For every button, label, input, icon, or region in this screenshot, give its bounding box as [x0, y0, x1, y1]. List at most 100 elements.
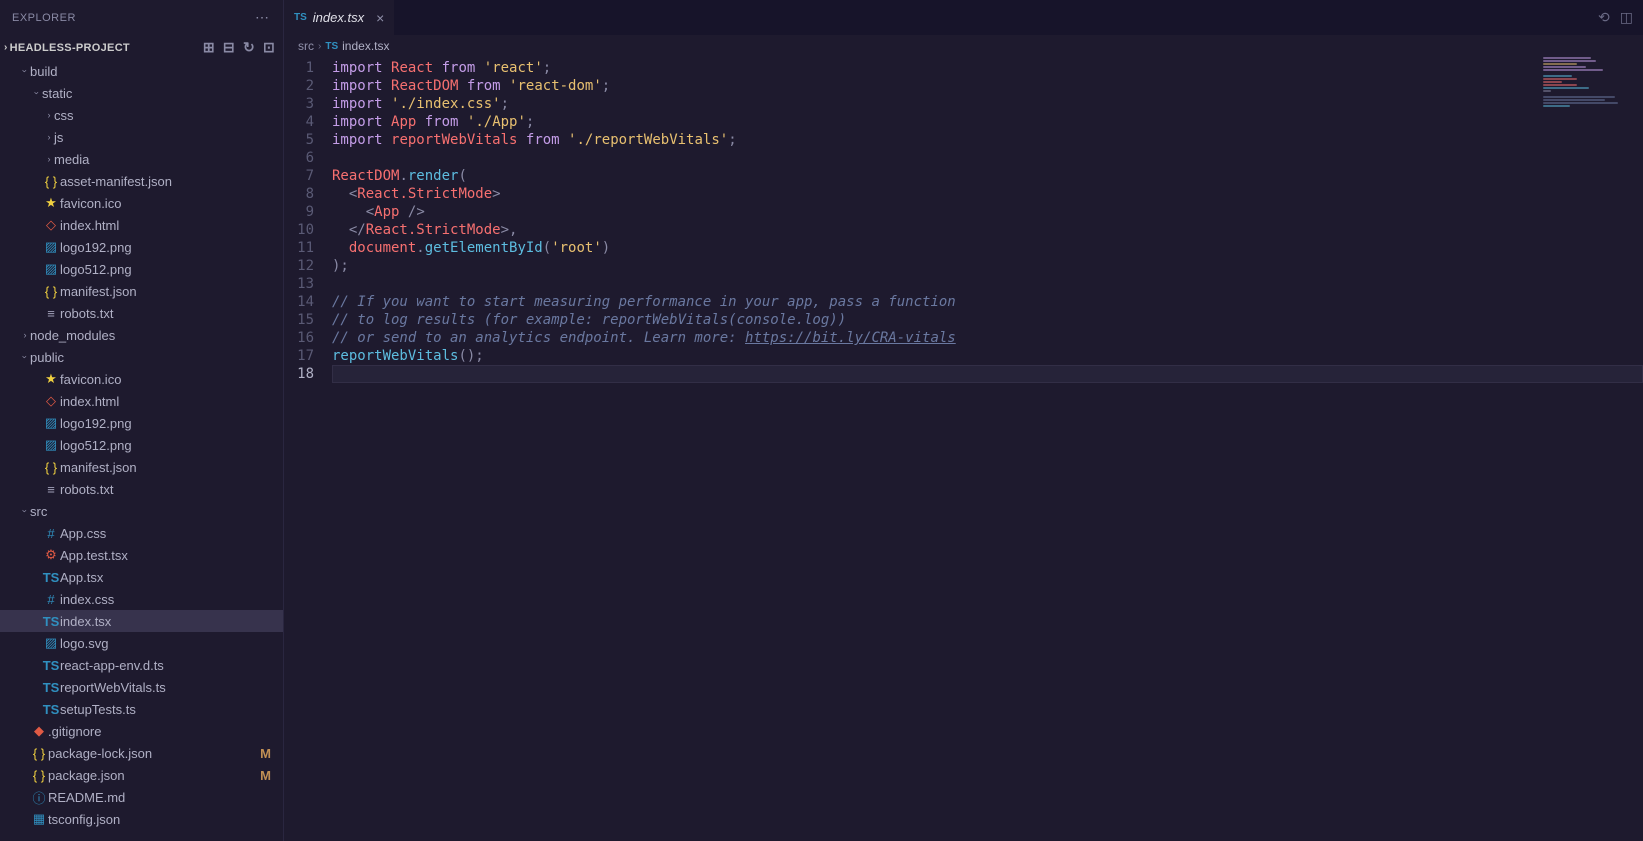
file-robots.txt[interactable]: ≡robots.txt — [0, 478, 283, 500]
tree-item-label: tsconfig.json — [48, 812, 120, 827]
file-logo.svg[interactable]: ▨logo.svg — [0, 632, 283, 654]
new-file-icon[interactable]: ⊞ — [203, 39, 215, 56]
tree-item-label: reportWebVitals.ts — [60, 680, 166, 695]
tree-item-label: src — [30, 504, 47, 519]
file-favicon.ico[interactable]: ★favicon.ico — [0, 192, 283, 214]
refresh-icon[interactable]: ↻ — [243, 39, 255, 56]
breadcrumb-file[interactable]: index.tsx — [342, 39, 389, 53]
collapse-icon[interactable]: ⊡ — [263, 39, 275, 56]
tab-bar: TS index.tsx × ⟲ ◫ — [284, 0, 1643, 35]
modified-badge: M — [260, 746, 271, 761]
tree-item-label: package.json — [48, 768, 125, 783]
tree-item-label: logo512.png — [60, 438, 132, 453]
tree-item-label: logo512.png — [60, 262, 132, 277]
folder-public[interactable]: ›public — [0, 346, 283, 368]
file-package-lock.json[interactable]: { }package-lock.jsonM — [0, 742, 283, 764]
breadcrumb-root[interactable]: src — [298, 39, 314, 53]
tab-label: index.tsx — [313, 10, 364, 25]
tree-item-label: index.html — [60, 394, 119, 409]
file-logo512.png[interactable]: ▨logo512.png — [0, 258, 283, 280]
file-.gitignore[interactable]: ◆.gitignore — [0, 720, 283, 742]
tree-item-label: public — [30, 350, 64, 365]
project-header[interactable]: › HEADLESS-PROJECT ⊞ ⊟ ↻ ⊡ — [0, 35, 283, 60]
chevron-icon: › — [20, 330, 30, 340]
tree-item-label: index.css — [60, 592, 114, 607]
ts-icon: TS — [294, 12, 307, 23]
tree-item-label: media — [54, 152, 89, 167]
file-manifest.json[interactable]: { }manifest.json — [0, 280, 283, 302]
file-README.md[interactable]: ⓘREADME.md — [0, 786, 283, 808]
project-name: HEADLESS-PROJECT — [10, 42, 130, 54]
explorer-header: EXPLORER ⋯ — [0, 0, 283, 35]
chevron-icon: › — [20, 66, 30, 76]
folder-build[interactable]: ›build — [0, 60, 283, 82]
breadcrumb[interactable]: src › TS index.tsx — [284, 35, 1643, 57]
file-logo192.png[interactable]: ▨logo192.png — [0, 236, 283, 258]
ts-icon: TS — [325, 41, 338, 52]
line-gutter: 123456789101112131415161718 — [284, 57, 332, 841]
tree-item-label: README.md — [48, 790, 125, 805]
file-tree[interactable]: ›build›static›css›js›media{ }asset-manif… — [0, 60, 283, 841]
explorer-sidebar: EXPLORER ⋯ › HEADLESS-PROJECT ⊞ ⊟ ↻ ⊡ ›b… — [0, 0, 284, 841]
file-asset-manifest.json[interactable]: { }asset-manifest.json — [0, 170, 283, 192]
tree-item-label: asset-manifest.json — [60, 174, 172, 189]
file-react-app-env.d.ts[interactable]: TSreact-app-env.d.ts — [0, 654, 283, 676]
tree-item-label: manifest.json — [60, 460, 137, 475]
chevron-icon: › — [44, 154, 54, 164]
chevron-icon: › — [20, 506, 30, 516]
explorer-title: EXPLORER — [12, 12, 76, 24]
chevron-icon: › — [44, 132, 54, 142]
file-App.css[interactable]: #App.css — [0, 522, 283, 544]
chevron-right-icon: › — [318, 41, 321, 52]
close-icon[interactable]: × — [376, 10, 384, 26]
tree-item-label: css — [54, 108, 74, 123]
file-index.tsx[interactable]: TSindex.tsx — [0, 610, 283, 632]
tab-index-tsx[interactable]: TS index.tsx × — [284, 0, 395, 35]
folder-css[interactable]: ›css — [0, 104, 283, 126]
file-index.css[interactable]: #index.css — [0, 588, 283, 610]
file-index.html[interactable]: ◇index.html — [0, 214, 283, 236]
tree-item-label: favicon.ico — [60, 196, 121, 211]
folder-media[interactable]: ›media — [0, 148, 283, 170]
tree-item-label: logo192.png — [60, 416, 132, 431]
chevron-icon: › — [32, 88, 42, 98]
file-robots.txt[interactable]: ≡robots.txt — [0, 302, 283, 324]
file-reportWebVitals.ts[interactable]: TSreportWebVitals.ts — [0, 676, 283, 698]
file-logo192.png[interactable]: ▨logo192.png — [0, 412, 283, 434]
tree-item-label: index.tsx — [60, 614, 111, 629]
modified-badge: M — [260, 768, 271, 783]
tree-item-label: static — [42, 86, 72, 101]
compare-icon[interactable]: ⟲ — [1598, 9, 1610, 26]
explorer-more-icon[interactable]: ⋯ — [255, 9, 271, 26]
file-favicon.ico[interactable]: ★favicon.ico — [0, 368, 283, 390]
tree-item-label: App.test.tsx — [60, 548, 128, 563]
file-logo512.png[interactable]: ▨logo512.png — [0, 434, 283, 456]
tree-item-label: robots.txt — [60, 306, 113, 321]
tree-item-label: setupTests.ts — [60, 702, 136, 717]
file-setupTests.ts[interactable]: TSsetupTests.ts — [0, 698, 283, 720]
tabbar-actions: ⟲ ◫ — [1598, 0, 1643, 35]
folder-js[interactable]: ›js — [0, 126, 283, 148]
file-App.test.tsx[interactable]: ⚙App.test.tsx — [0, 544, 283, 566]
new-folder-icon[interactable]: ⊟ — [223, 39, 235, 56]
tree-item-label: package-lock.json — [48, 746, 152, 761]
chevron-icon: › — [20, 352, 30, 362]
folder-static[interactable]: ›static — [0, 82, 283, 104]
chevron-down-icon: › — [4, 42, 8, 53]
file-tsconfig.json[interactable]: ▦tsconfig.json — [0, 808, 283, 830]
tree-item-label: node_modules — [30, 328, 115, 343]
code-content[interactable]: import React from 'react';import ReactDO… — [332, 57, 1643, 841]
folder-node_modules[interactable]: ›node_modules — [0, 324, 283, 346]
code-editor[interactable]: 123456789101112131415161718 import React… — [284, 57, 1643, 841]
file-manifest.json[interactable]: { }manifest.json — [0, 456, 283, 478]
tree-item-label: react-app-env.d.ts — [60, 658, 164, 673]
folder-src[interactable]: ›src — [0, 500, 283, 522]
file-App.tsx[interactable]: TSApp.tsx — [0, 566, 283, 588]
tree-item-label: robots.txt — [60, 482, 113, 497]
tree-item-label: App.tsx — [60, 570, 103, 585]
file-index.html[interactable]: ◇index.html — [0, 390, 283, 412]
editor-group: TS index.tsx × ⟲ ◫ src › TS index.tsx 12… — [284, 0, 1643, 841]
split-editor-icon[interactable]: ◫ — [1620, 9, 1633, 26]
file-package.json[interactable]: { }package.jsonM — [0, 764, 283, 786]
tree-item-label: manifest.json — [60, 284, 137, 299]
